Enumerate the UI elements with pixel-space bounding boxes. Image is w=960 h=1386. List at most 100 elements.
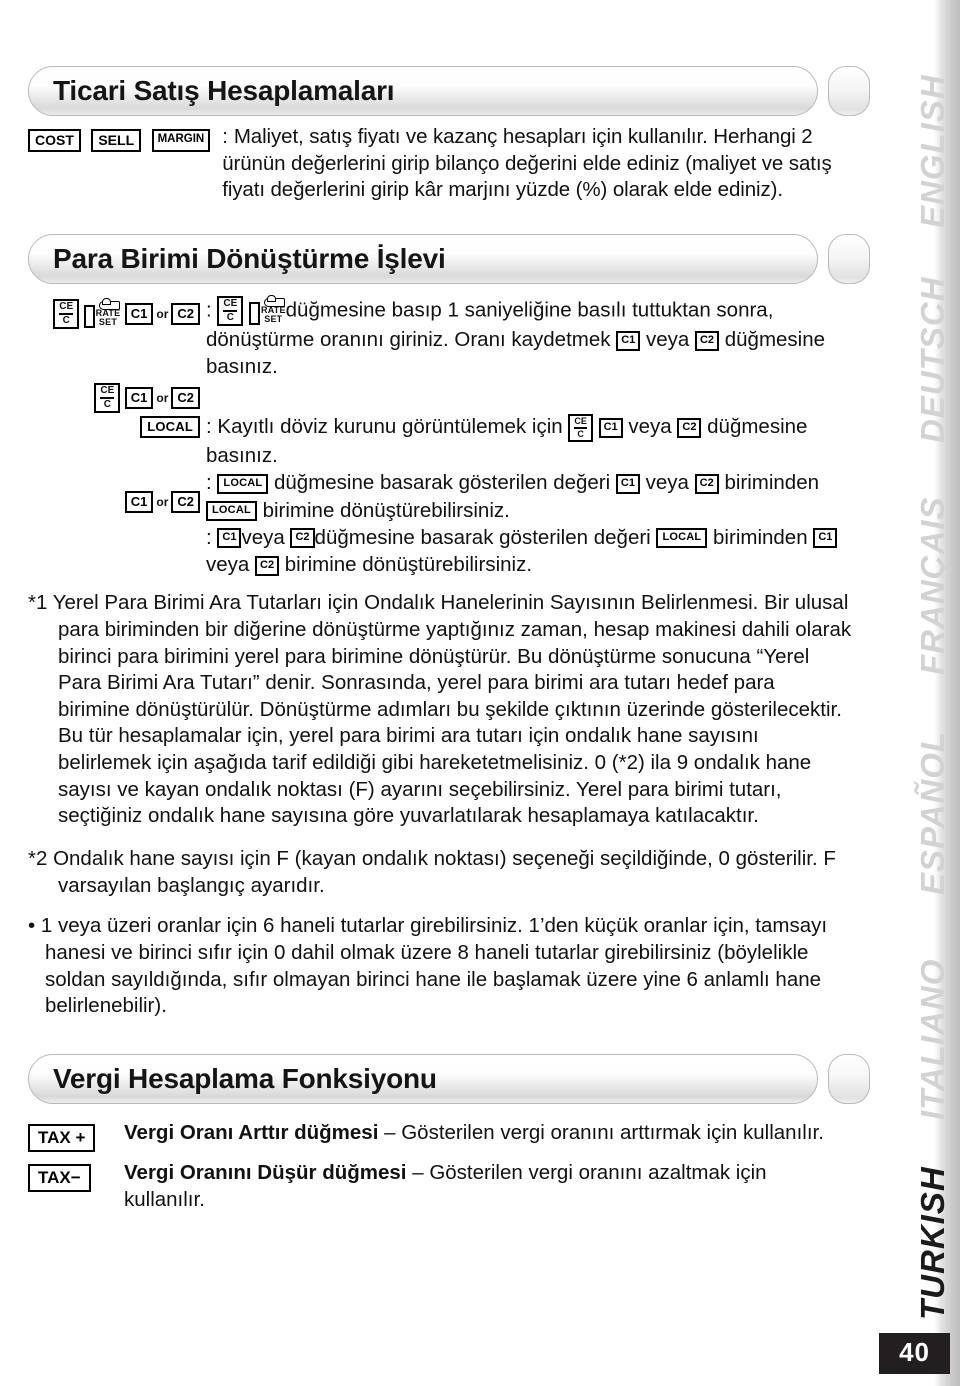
currency-row-3-text-a: Kayıtlı döviz kurunu görüntülemek için xyxy=(217,415,563,439)
currency-row-5: : C1 veya C2 düğmesine basarak gösterilen … xyxy=(28,524,852,579)
key-tax-plus[interactable]: TAX + xyxy=(28,1123,96,1152)
section-banner-sales: Ticari Satış Hesaplamaları xyxy=(28,58,870,118)
currency-row-1-text-a: düğmesine basıp 1 saniyeliğine basılı tu… xyxy=(206,298,774,351)
currency-row-4-text-d: birimine dönüştürebilirsiniz. xyxy=(262,498,510,522)
key-c-label: C xyxy=(103,399,111,411)
banner-bar: Para Birimi Dönüştürme İşlevi xyxy=(28,233,818,284)
banner-tab xyxy=(828,66,870,116)
key-local[interactable]: LOCAL xyxy=(656,528,708,549)
key-c2[interactable]: C2 xyxy=(694,473,719,494)
currency-row-4-text: : LOCAL düğmesine basarak gösterilen değ… xyxy=(206,469,852,524)
key-ce-c[interactable]: CE C xyxy=(568,414,593,442)
press-hold-box-icon xyxy=(249,301,261,325)
currency-row-5-text-c: biriminden xyxy=(713,525,808,549)
key-local[interactable]: LOCAL xyxy=(140,416,200,439)
key-c1[interactable]: C1 xyxy=(616,330,641,351)
key-ce-c[interactable]: CE C xyxy=(94,383,121,414)
key-sell[interactable]: SELL xyxy=(91,129,142,152)
currency-row-5-text-a: veya xyxy=(241,525,285,549)
key-c2[interactable]: C2 xyxy=(171,491,200,514)
key-c-label: C xyxy=(226,311,234,323)
key-rate-set-hold-icon[interactable]: RATE SET xyxy=(249,294,286,325)
key-or-label: or xyxy=(156,391,169,406)
currency-row-4-keys: C1 or C2 xyxy=(28,469,206,524)
sales-key-group: COST SELL MARGIN xyxy=(28,124,216,204)
note-bullet-1: • 1 veya üzeri oranlar için 6 haneli tut… xyxy=(28,914,828,1018)
tax-rows: TAX + Vergi Oranı Arttır düğmesi – Göste… xyxy=(28,1120,852,1213)
key-set-label: SET xyxy=(264,314,283,325)
banner-tab xyxy=(828,1053,870,1104)
page-title-sales: Ticari Satış Hesaplamaları xyxy=(53,75,395,106)
tax-row-plus-body: Gösterilen vergi oranını arttırmak için … xyxy=(401,1120,824,1144)
currency-row-4-text-a: düğmesine basarak gösterilen değeri xyxy=(274,471,611,495)
key-c2[interactable]: C2 xyxy=(290,528,315,549)
key-c1[interactable]: C1 xyxy=(124,387,154,410)
key-or-label: or xyxy=(156,495,169,510)
hand-press-icon xyxy=(97,297,120,310)
sales-description-text: Maliyet, satış fiyatı ve kazanç hesaplar… xyxy=(222,125,832,202)
key-set-label: SET xyxy=(98,317,118,328)
key-local[interactable]: LOCAL xyxy=(206,501,257,522)
currency-row-3: LOCAL : Kayıtlı döviz kurunu görüntüleme… xyxy=(28,413,852,469)
key-c1[interactable]: C1 xyxy=(598,418,623,438)
language-tab-francais[interactable]: FRANÇAIS xyxy=(914,443,952,676)
hand-press-icon xyxy=(262,294,286,307)
key-c-label: C xyxy=(577,429,584,439)
key-rate-set-hold-icon[interactable]: RATE SET xyxy=(83,297,121,328)
currency-rows: CE C RATE SET C1 or C2 : CE C RATE SET d… xyxy=(28,294,852,579)
key-tax-minus[interactable]: TAX− xyxy=(28,1163,91,1192)
colon-separator: : xyxy=(206,525,212,549)
currency-row-5-text-d: veya xyxy=(206,553,250,576)
currency-row-3-keys: LOCAL xyxy=(28,413,206,469)
currency-row-3-text: : Kayıtlı döviz kurunu görüntülemek için… xyxy=(206,413,852,469)
tax-row-plus-dash: – xyxy=(378,1120,402,1144)
key-ce-label: CE xyxy=(59,300,74,312)
colon-separator: : xyxy=(206,415,212,439)
note-2: *2 Ondalık hane sayısı için F (kayan ond… xyxy=(28,847,836,897)
currency-row-5-text-b: düğmesine basarak gösterilen değeri xyxy=(314,525,651,549)
banner-bar: Vergi Hesaplama Fonksiyonu xyxy=(28,1053,818,1104)
banner-bar: Ticari Satış Hesaplamaları xyxy=(28,66,818,116)
key-ce-c[interactable]: CE C xyxy=(53,298,80,329)
key-c2[interactable]: C2 xyxy=(677,418,702,438)
key-ce-c[interactable]: CE C xyxy=(217,295,244,326)
tax-row-plus-text: Vergi Oranı Arttır düğmesi – Gösterilen … xyxy=(124,1120,852,1152)
key-local[interactable]: LOCAL xyxy=(217,473,269,494)
key-c2[interactable]: C2 xyxy=(171,387,200,410)
currency-row-4: C1 or C2 : LOCAL düğmesine basarak gösteri… xyxy=(28,469,852,524)
tax-row-minus-text: Vergi Oranını Düşür düğmesi – Gösterilen… xyxy=(124,1160,852,1213)
key-c1[interactable]: C1 xyxy=(217,528,242,549)
tax-row-plus: TAX + Vergi Oranı Arttır düğmesi – Göste… xyxy=(28,1120,852,1152)
page-title-currency: Para Birimi Dönüştürme İşlevi xyxy=(53,242,446,274)
currency-row-5-text: : C1 veya C2 düğmesine basarak gösterilen … xyxy=(206,524,852,579)
language-tab-english[interactable]: ENGLISH xyxy=(914,18,952,228)
language-tab-deutsch[interactable]: DEUTSCH xyxy=(914,228,952,443)
key-c1[interactable]: C1 xyxy=(124,302,154,325)
key-c1[interactable]: C1 xyxy=(813,528,838,549)
key-c2[interactable]: C2 xyxy=(694,330,720,351)
language-tab-espanol[interactable]: ESPAÑOL xyxy=(914,675,952,895)
sales-description: : Maliyet, satış fiyatı ve kazanç hesapla… xyxy=(216,124,852,204)
key-c1[interactable]: C1 xyxy=(124,491,154,514)
language-tab-italiano[interactable]: ITALIANO xyxy=(914,895,952,1120)
currency-row-1-text: : CE C RATE SET düğmesine basıp 1 saniye… xyxy=(206,294,852,381)
colon-separator: : xyxy=(222,125,228,148)
key-c-label: C xyxy=(62,314,70,326)
section-banner-currency: Para Birimi Dönüştürme İşlevi xyxy=(28,226,870,286)
colon-separator: : xyxy=(206,298,212,322)
key-c2[interactable]: C2 xyxy=(255,555,280,576)
tax-row-minus-dash: – xyxy=(406,1160,430,1184)
language-tab-turkish[interactable]: TURKISH xyxy=(914,1120,952,1320)
currency-row-1-text-b: veya xyxy=(645,327,690,351)
sales-description-block: COST SELL MARGIN : Maliyet, satış fiyatı … xyxy=(28,124,852,204)
key-cost[interactable]: COST xyxy=(28,129,81,152)
key-c2[interactable]: C2 xyxy=(171,302,200,325)
tax-row-minus-title: Vergi Oranını Düşür düğmesi xyxy=(124,1160,407,1184)
currency-row-2-text xyxy=(206,380,852,413)
key-c1[interactable]: C1 xyxy=(615,473,640,494)
key-or-label: or xyxy=(156,306,169,321)
currency-row-2-keys: CE C C1 or C2 xyxy=(28,380,206,414)
currency-row-2: CE C C1 or C2 xyxy=(28,380,852,414)
key-ce-label: CE xyxy=(100,385,115,397)
key-margin[interactable]: MARGIN xyxy=(151,129,211,152)
